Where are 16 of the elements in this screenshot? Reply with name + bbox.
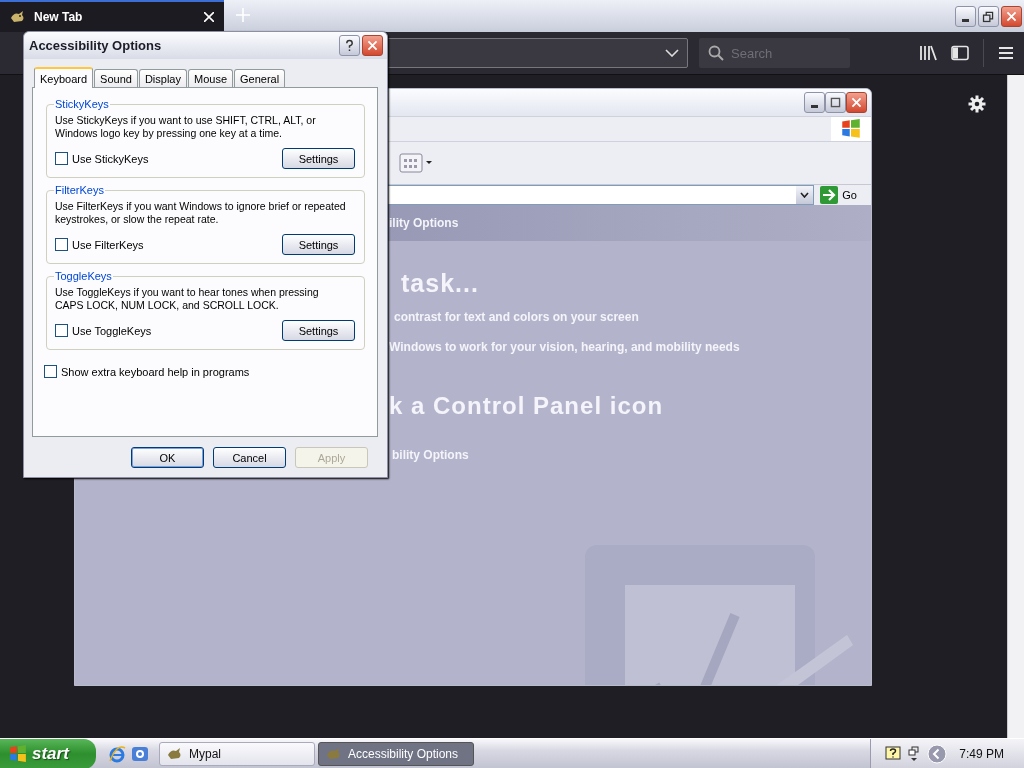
- section-heading: task...: [401, 269, 479, 298]
- checkbox-label: Show extra keyboard help in programs: [61, 365, 250, 378]
- clock: 7:49 PM: [959, 746, 1004, 761]
- group-description: Use ToggleKeys if you want to hear tones when pressing CAPS LOCK, NUM LOCK, and SCROLL LOCK.: [55, 286, 320, 312]
- section-heading: k a Control Panel icon: [389, 392, 664, 420]
- group-title: ToggleKeys: [54, 270, 113, 282]
- group-title: FilterKeys: [54, 184, 105, 196]
- group-title: StickyKeys: [54, 98, 110, 110]
- group-description: Use FilterKeys if you want Windows to ignore brief or repeated keystrokes, or slow the repeat rate.: [55, 200, 347, 226]
- header-text: ility Options: [389, 216, 459, 230]
- dialog-title: Accessibility Options: [29, 38, 163, 53]
- checkbox-label: Use FilterKeys: [72, 238, 144, 251]
- tab-title: New Tab: [34, 10, 84, 24]
- group-description: Use StickyKeys if you want to use SHIFT, CTRL, ALT, or Windows logo key by pressing one key at a time.: [55, 114, 317, 140]
- checkbox-label: Use StickyKeys: [72, 152, 149, 165]
- checkbox-label: Use ToggleKeys: [72, 324, 152, 337]
